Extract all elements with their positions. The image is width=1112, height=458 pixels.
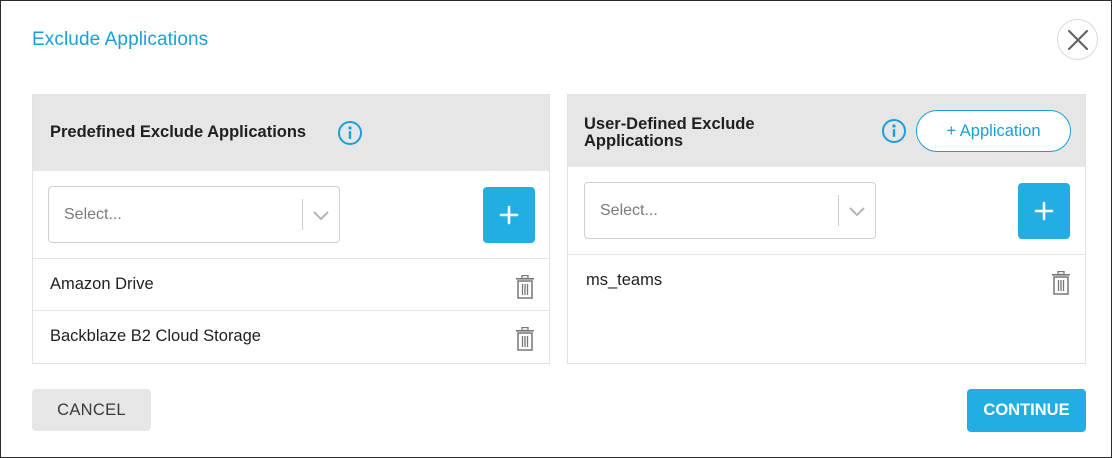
user-defined-panel-title: User-Defined Exclude Applications bbox=[584, 115, 755, 150]
select-separator bbox=[838, 195, 839, 226]
chevron-down-icon[interactable] bbox=[847, 203, 867, 219]
user-defined-add-button[interactable] bbox=[1018, 183, 1070, 239]
trash-icon[interactable] bbox=[515, 275, 535, 299]
predefined-panel-title: Predefined Exclude Applications bbox=[50, 123, 307, 141]
user-defined-panel-header: User-Defined Exclude Applications + Appl… bbox=[568, 95, 1085, 167]
trash-icon[interactable] bbox=[1051, 271, 1071, 295]
list-item: Backblaze B2 Cloud Storage bbox=[33, 311, 549, 363]
continue-button[interactable]: CONTINUE bbox=[967, 389, 1086, 432]
list-item: ms_teams bbox=[568, 255, 1085, 307]
plus-icon bbox=[1034, 201, 1054, 221]
user-defined-select[interactable]: Select... bbox=[584, 182, 876, 239]
chevron-down-icon[interactable] bbox=[311, 207, 331, 223]
list-item-label: Backblaze B2 Cloud Storage bbox=[50, 327, 261, 345]
predefined-select[interactable]: Select... bbox=[48, 186, 340, 243]
predefined-select-placeholder: Select... bbox=[64, 206, 122, 223]
close-button[interactable] bbox=[1057, 19, 1098, 60]
plus-icon bbox=[499, 205, 519, 225]
predefined-panel-header: Predefined Exclude Applications bbox=[33, 95, 549, 171]
predefined-add-button[interactable] bbox=[483, 187, 535, 243]
trash-icon[interactable] bbox=[515, 327, 535, 351]
list-item-label: ms_teams bbox=[586, 271, 663, 289]
list-item-label: Amazon Drive bbox=[50, 275, 154, 293]
list-item: Amazon Drive bbox=[33, 259, 549, 311]
info-icon[interactable] bbox=[337, 120, 363, 146]
close-icon bbox=[1067, 29, 1088, 50]
exclude-applications-dialog: Exclude Applications Predefined Exclude … bbox=[0, 0, 1112, 458]
info-icon[interactable] bbox=[881, 118, 907, 144]
select-separator bbox=[302, 199, 303, 230]
cancel-button[interactable]: CANCEL bbox=[32, 389, 151, 431]
predefined-panel: Predefined Exclude Applications Select..… bbox=[32, 94, 550, 364]
dialog-title: Exclude Applications bbox=[32, 29, 209, 50]
user-defined-select-placeholder: Select... bbox=[600, 202, 658, 219]
add-application-button[interactable]: + Application bbox=[916, 110, 1071, 152]
user-defined-panel: User-Defined Exclude Applications + Appl… bbox=[567, 94, 1086, 364]
